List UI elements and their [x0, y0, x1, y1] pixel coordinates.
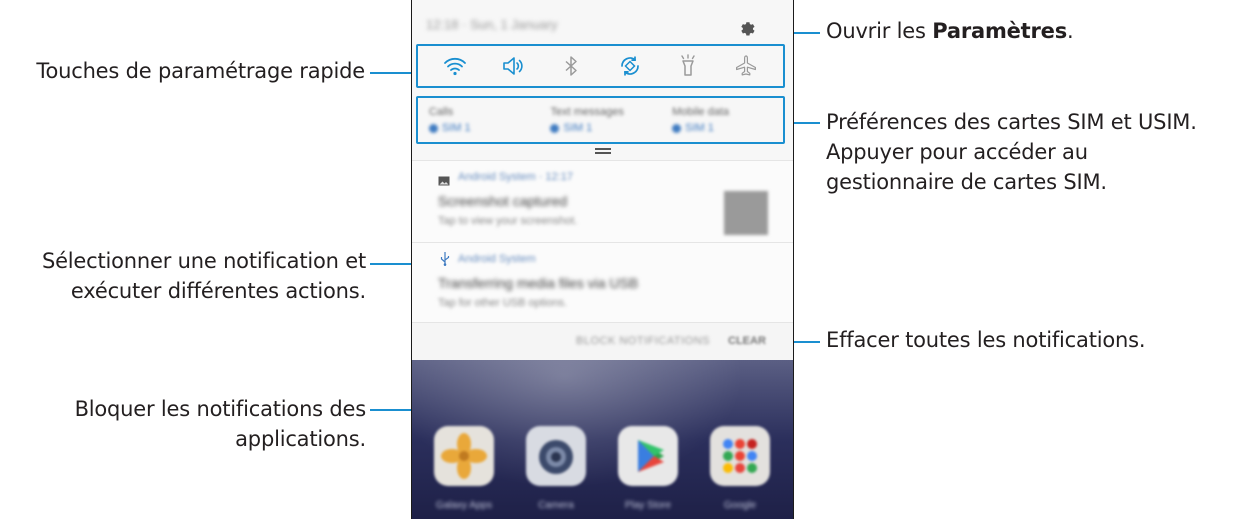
- notification-text: Tap for other USB options.: [438, 297, 568, 309]
- sound-icon[interactable]: [493, 50, 533, 82]
- callout-select-line1: Sélectionner une notification et: [41, 249, 366, 273]
- status-date-time: 12:18 · Sun, 1 January: [426, 17, 558, 32]
- app-label: Galaxy Apps: [435, 500, 493, 511]
- callout-select-line2: exécuter différentes actions.: [70, 279, 366, 303]
- quick-settings-row: [416, 44, 785, 88]
- notification-item[interactable]: Android System · 12:17 Screenshot captur…: [412, 160, 793, 243]
- sim-card-icon: [672, 123, 682, 133]
- callout-settings-suffix: .: [1067, 19, 1074, 43]
- sim-pref-messages[interactable]: Text messages SIM 1: [550, 106, 650, 134]
- app-label: Play Store: [624, 500, 672, 511]
- sim-preferences-row[interactable]: Calls SIM 1 Text messages SIM 1 Mobile d…: [416, 96, 785, 144]
- callout-open-settings: Ouvrir les Paramètres.: [826, 16, 1226, 46]
- callout-settings-prefix: Ouvrir les: [826, 19, 933, 43]
- flower-app-icon[interactable]: [434, 426, 494, 486]
- notification-text: Tap to view your screenshot.: [438, 215, 578, 227]
- sim-pref-sim: SIM 1: [441, 122, 471, 134]
- callout-sim-preferences: Préférences des cartes SIM et USIM. Appu…: [826, 107, 1236, 197]
- block-notifications-button[interactable]: BLOCK NOTIFICATIONS: [576, 335, 710, 347]
- image-icon: [438, 173, 450, 186]
- sim-pref-value: SIM 1: [672, 122, 772, 134]
- callout-clear-all: Effacer toutes les notifications.: [826, 328, 1146, 352]
- callout-sim-line2: Appuyer pour accéder au: [826, 140, 1088, 164]
- callout-select-notification: Sélectionner une notification et exécute…: [0, 246, 366, 306]
- clear-button[interactable]: CLEAR: [728, 335, 766, 347]
- screenshot-thumbnail: [724, 191, 768, 235]
- notification-app: Android System: [458, 253, 536, 265]
- sim-pref-value: SIM 1: [428, 122, 529, 134]
- bluetooth-icon[interactable]: [551, 50, 591, 82]
- sim-pref-mobile-data[interactable]: Mobile data SIM 1: [672, 106, 772, 134]
- callout-sim-line3: gestionnaire de cartes SIM.: [826, 170, 1107, 194]
- sim-pref-sim: SIM 1: [685, 122, 714, 134]
- wifi-icon[interactable]: [435, 50, 475, 82]
- callout-sim-line1: Préférences des cartes SIM et USIM.: [826, 110, 1197, 134]
- callout-block-notifications: Bloquer les notifications des applicatio…: [0, 394, 367, 454]
- airplane-mode-icon[interactable]: [726, 50, 766, 82]
- leader-quick-settings: [370, 72, 416, 74]
- home-screen: Galaxy Apps Camera Play Store Google: [412, 360, 793, 519]
- app-label: Google: [723, 500, 757, 511]
- notification-title: Transferring media files via USB: [438, 275, 639, 291]
- sim-pref-sim: SIM 1: [563, 122, 593, 134]
- usb-icon: [440, 252, 450, 266]
- notification-title: Screenshot captured: [438, 193, 568, 209]
- callout-settings-bold: Paramètres: [932, 19, 1068, 43]
- callout-quick-settings: Touches de paramétrage rapide: [36, 59, 365, 83]
- play-store-icon[interactable]: [618, 426, 678, 486]
- notification-item[interactable]: Android System Transferring media files …: [412, 242, 793, 323]
- sim-card-icon: [428, 123, 438, 133]
- sim-card-icon: [550, 123, 560, 133]
- app-label: Camera: [538, 500, 574, 511]
- callout-block-line1: Bloquer les notifications des: [74, 397, 367, 421]
- sim-pref-calls[interactable]: Calls SIM 1: [428, 106, 529, 134]
- camera-app-icon[interactable]: [526, 426, 586, 486]
- google-folder-icon[interactable]: [710, 426, 770, 486]
- sim-pref-title: Calls: [428, 106, 454, 118]
- phone-screen: 12:18 · Sun, 1 January Calls SIM 1 Text …: [411, 0, 794, 519]
- notification-app: Android System · 12:17: [458, 171, 573, 183]
- auto-rotate-icon[interactable]: [610, 50, 650, 82]
- sim-pref-title: Mobile data: [672, 106, 730, 118]
- sim-pref-value: SIM 1: [550, 122, 650, 134]
- notification-actions-bar: BLOCK NOTIFICATIONS CLEAR: [412, 322, 793, 361]
- callout-block-line2: applications.: [235, 427, 366, 451]
- sim-pref-title: Text messages: [550, 106, 624, 118]
- gear-icon[interactable]: [738, 19, 756, 37]
- notification-panel: 12:18 · Sun, 1 January Calls SIM 1 Text …: [412, 0, 793, 361]
- flashlight-icon[interactable]: [668, 50, 708, 82]
- panel-drag-handle[interactable]: [595, 148, 611, 154]
